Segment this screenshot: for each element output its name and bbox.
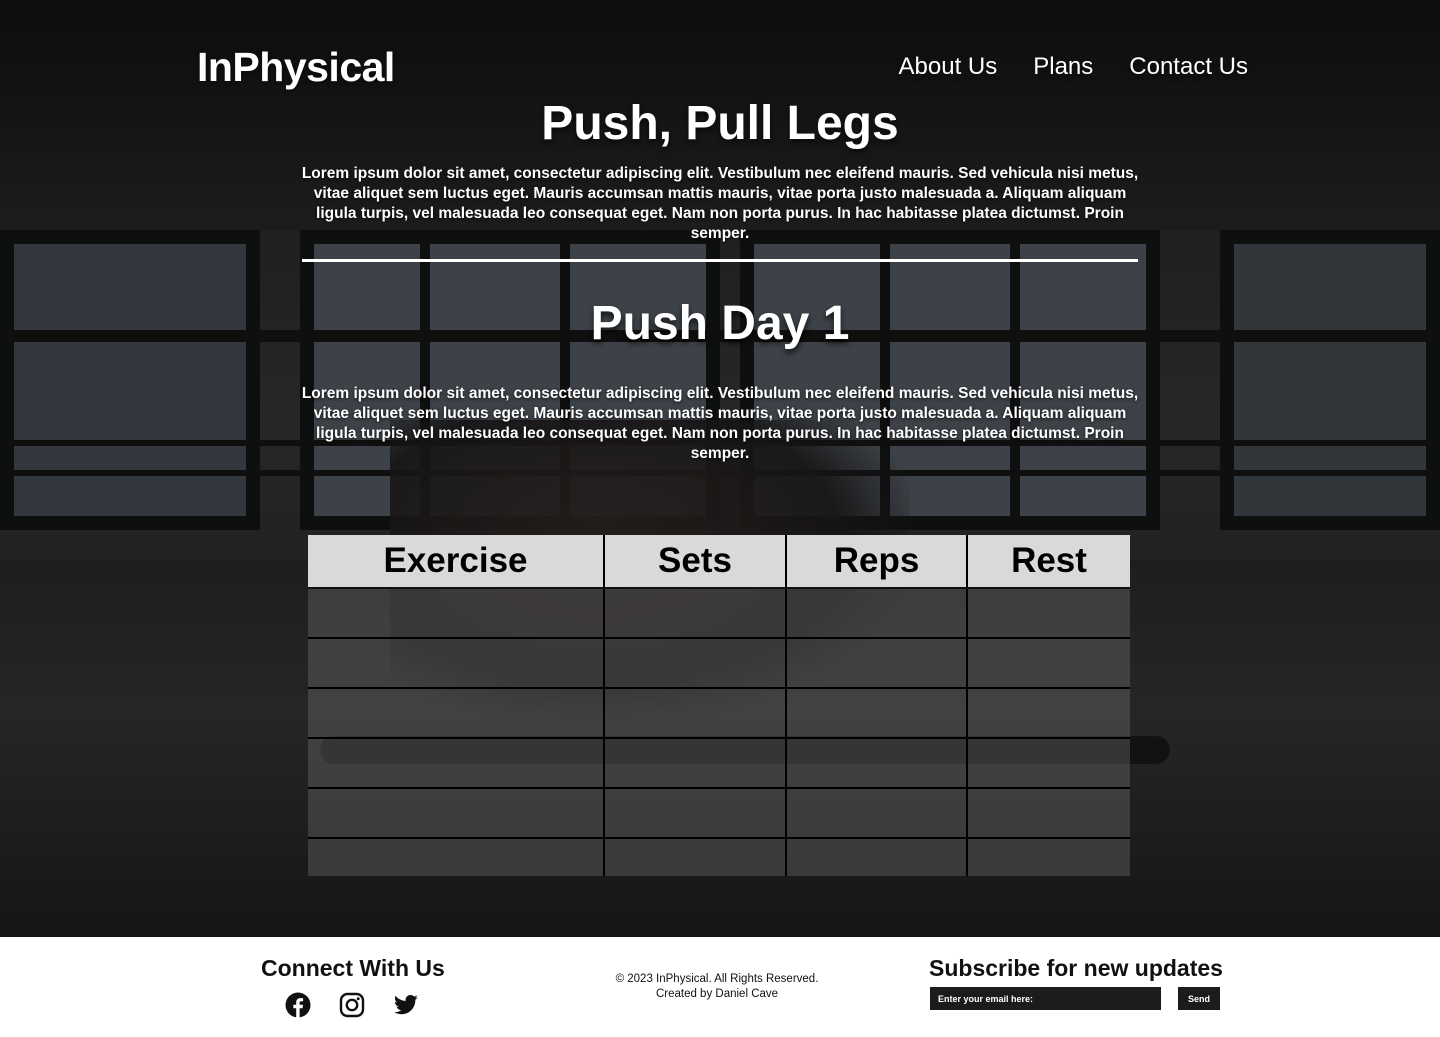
table-cell xyxy=(966,737,1130,789)
table-cell xyxy=(308,687,605,739)
table-cell xyxy=(308,737,605,789)
table-cell xyxy=(603,787,787,839)
copyright-text: © 2023 InPhysical. All Rights Reserved. xyxy=(615,973,819,985)
table-row xyxy=(308,837,1130,876)
page-title: Push, Pull Legs xyxy=(541,97,899,150)
nav-plans[interactable]: Plans xyxy=(1033,53,1093,81)
copyright-block: © 2023 InPhysical. All Rights Reserved. … xyxy=(560,972,874,1002)
table-cell xyxy=(966,588,1130,639)
table-row xyxy=(308,787,1130,839)
section-title: Push Day 1 xyxy=(590,297,850,350)
nav-about-us[interactable]: About Us xyxy=(899,53,998,81)
column-header-reps: Reps xyxy=(785,535,968,589)
facebook-icon[interactable] xyxy=(285,992,311,1018)
column-header-rest: Rest xyxy=(966,535,1130,589)
table-row xyxy=(308,737,1130,789)
table-cell xyxy=(603,637,787,689)
table-header-row: Exercise Sets Reps Rest xyxy=(308,535,1130,589)
table-cell xyxy=(308,787,605,839)
table-cell xyxy=(785,588,968,639)
table-cell xyxy=(785,787,968,839)
table-cell xyxy=(308,588,605,639)
column-header-exercise: Exercise xyxy=(308,535,605,589)
table-cell xyxy=(966,687,1130,739)
section-paragraph: Lorem ipsum dolor sit amet, consectetur … xyxy=(301,385,1139,462)
intro-paragraph: Lorem ipsum dolor sit amet, consectetur … xyxy=(301,165,1139,242)
social-links xyxy=(285,992,419,1018)
table-cell xyxy=(785,637,968,689)
send-button[interactable]: Send xyxy=(1178,987,1220,1010)
workout-table: Exercise Sets Reps Rest xyxy=(308,535,1130,876)
table-cell xyxy=(603,737,787,789)
column-header-sets: Sets xyxy=(603,535,787,589)
table-row xyxy=(308,687,1130,739)
table-cell xyxy=(603,837,787,876)
table-row xyxy=(308,637,1130,689)
connect-heading: Connect With Us xyxy=(261,955,445,981)
twitter-icon[interactable] xyxy=(393,992,419,1018)
table-cell xyxy=(966,787,1130,839)
table-cell xyxy=(308,837,605,876)
subscribe-heading: Subscribe for new updates xyxy=(929,955,1223,981)
table-cell xyxy=(785,687,968,739)
table-cell xyxy=(966,837,1130,876)
footer: Connect With Us © 2023 InPhysical. All R… xyxy=(0,937,1440,1037)
table-cell xyxy=(966,637,1130,689)
table-cell xyxy=(785,837,968,876)
table-cell xyxy=(603,687,787,739)
main-nav: About Us Plans Contact Us xyxy=(899,53,1248,81)
table-cell xyxy=(603,588,787,639)
nav-contact-us[interactable]: Contact Us xyxy=(1129,53,1248,81)
credit-text: Created by Daniel Cave xyxy=(655,988,779,1000)
table-cell xyxy=(785,737,968,789)
brand-logo[interactable]: InPhysical xyxy=(197,44,395,91)
section-divider xyxy=(302,259,1138,262)
table-cell xyxy=(308,637,605,689)
instagram-icon[interactable] xyxy=(339,992,365,1018)
email-input[interactable] xyxy=(930,987,1161,1010)
table-row xyxy=(308,588,1130,639)
